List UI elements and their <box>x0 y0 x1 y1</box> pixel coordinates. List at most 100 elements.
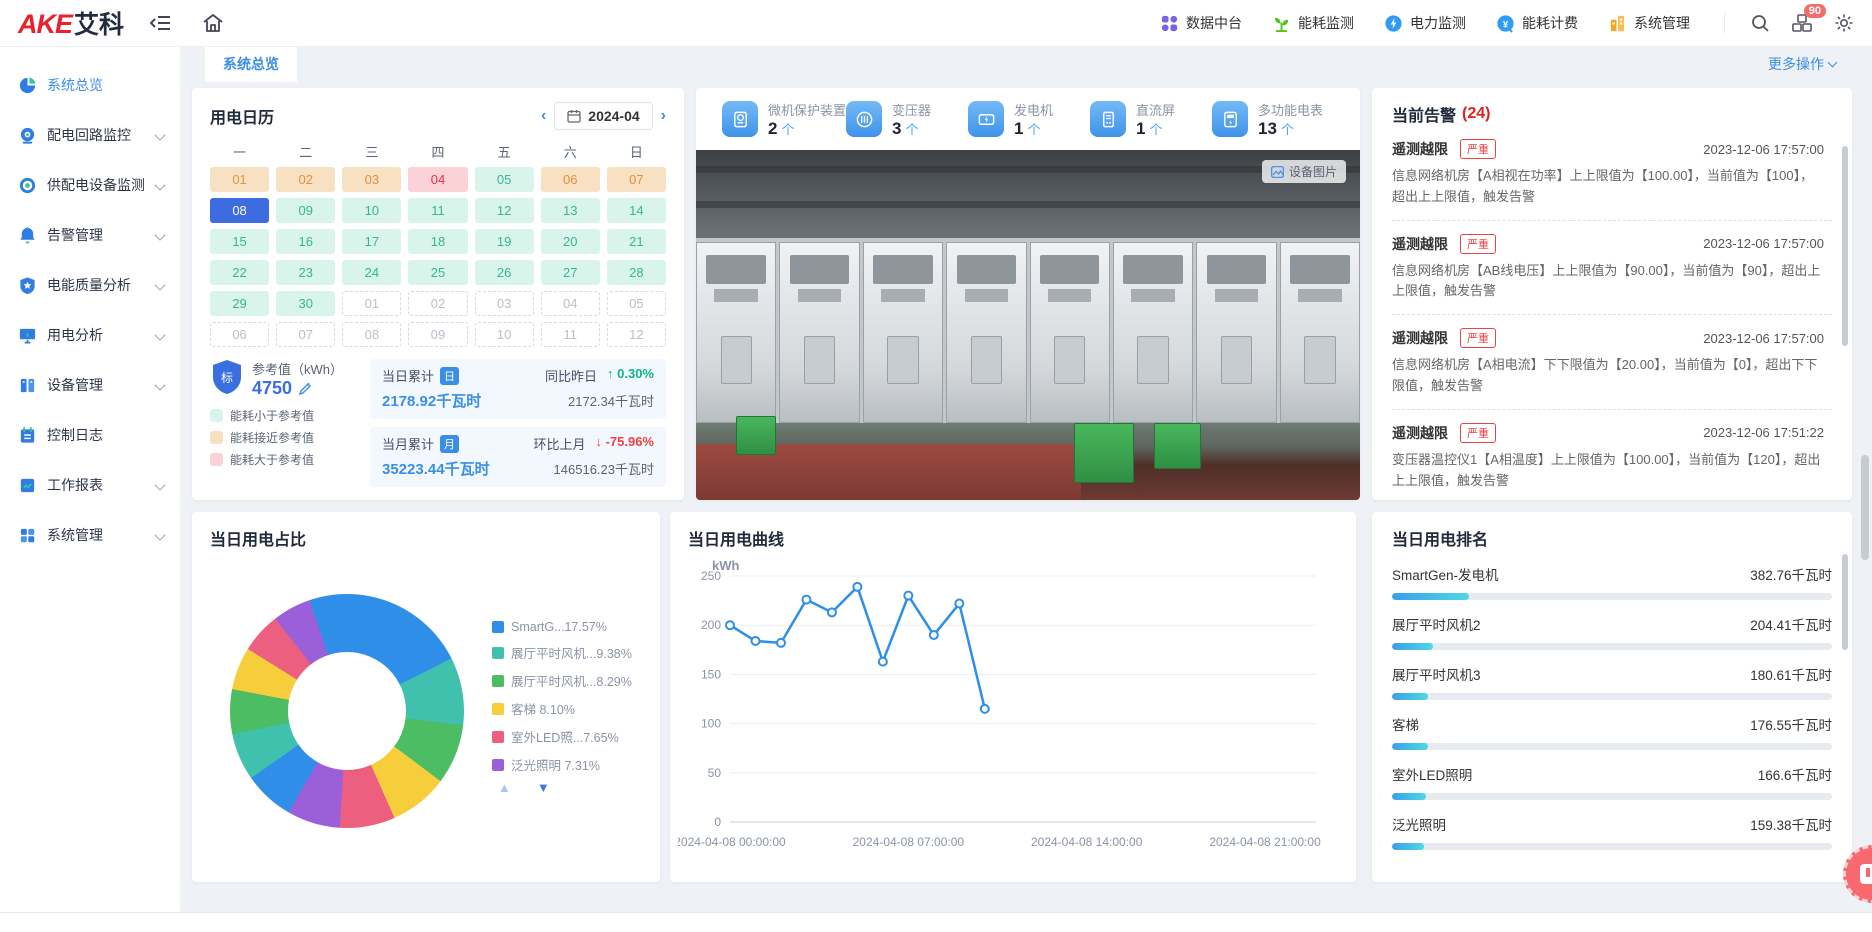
search-icon[interactable] <box>1751 14 1770 33</box>
svg-text:0: 0 <box>714 815 721 829</box>
alarm-type: 遥测越限 <box>1392 234 1448 254</box>
calendar-day[interactable]: 30 <box>276 291 335 316</box>
sidebar-item[interactable]: 系统总览 <box>0 60 180 110</box>
edit-pencil-icon[interactable] <box>298 382 312 396</box>
ranking-bar <box>1392 593 1832 600</box>
sidebar-item[interactable]: 电能质量分析 <box>0 260 180 310</box>
calendar-day[interactable]: 21 <box>607 229 666 254</box>
calendar-day[interactable]: 09 <box>276 198 335 223</box>
alarm-item[interactable]: 遥测越限 严重 2023-12-06 17:57:00 信息网络机房【AB线电压… <box>1392 221 1832 316</box>
donut-legend-item[interactable]: 室外LED照...7.65% <box>492 727 632 746</box>
sidebar-item[interactable]: 告警管理 <box>0 210 180 260</box>
sidebar-item[interactable]: 用电分析 <box>0 310 180 360</box>
calendar-day[interactable]: 12 <box>475 198 534 223</box>
alarm-time: 2023-12-06 17:51:22 <box>1703 425 1824 440</box>
work-report-icon <box>18 476 37 495</box>
alarm-item[interactable]: 遥测越限 严重 2023-12-06 17:51:22 变压器温控仪1【A相温度… <box>1392 410 1832 500</box>
sidebar-item[interactable]: 系统管理 <box>0 510 180 560</box>
calendar-day[interactable]: 26 <box>475 260 534 285</box>
legend-page-down-icon[interactable]: ▼ <box>537 780 550 795</box>
calendar-day[interactable]: 07 <box>607 167 666 192</box>
calendar-day[interactable]: 27 <box>541 260 600 285</box>
collapse-sidebar-icon[interactable] <box>150 14 172 32</box>
alarm-item[interactable]: 遥测越限 严重 2023-12-06 17:57:00 信息网络机房【A相电流】… <box>1392 315 1832 410</box>
cabinet <box>863 242 943 424</box>
calendar-day[interactable]: 15 <box>210 229 269 254</box>
calendar-day[interactable]: 22 <box>210 260 269 285</box>
tab-system-overview[interactable]: 系统总览 <box>205 46 297 82</box>
calendar-day[interactable]: 17 <box>342 229 401 254</box>
home-icon[interactable] <box>202 13 224 33</box>
gear-icon[interactable] <box>1834 13 1854 33</box>
sidebar-item[interactable]: 设备管理 <box>0 360 180 410</box>
logo-text-cn: 艾科 <box>74 5 124 41</box>
legend-swatch <box>492 703 504 715</box>
calendar-day[interactable]: 03 <box>342 167 401 192</box>
calendar-day[interactable]: 13 <box>541 198 600 223</box>
ranking-item[interactable]: 展厅平时风机3180.61千瓦时 <box>1392 664 1832 700</box>
nav-menu-item[interactable]: 能耗监测 <box>1272 13 1354 33</box>
calendar-day[interactable]: 18 <box>408 229 467 254</box>
ranking-item[interactable]: 展厅平时风机2204.41千瓦时 <box>1392 614 1832 650</box>
nav-menu-item[interactable]: 电力监测 <box>1384 13 1466 33</box>
calendar-day[interactable]: 14 <box>607 198 666 223</box>
calendar-day[interactable]: 24 <box>342 260 401 285</box>
calendar-day[interactable]: 28 <box>607 260 666 285</box>
page-scrollbar[interactable] <box>1861 455 1869 560</box>
donut-legend-item[interactable]: 客梯 8.10% <box>492 699 632 718</box>
calendar-day[interactable]: 20 <box>541 229 600 254</box>
usage-line-chart[interactable]: 0501001502002502024-04-08 00:00:002024-0… <box>678 556 1338 863</box>
donut-legend-item[interactable]: SmartG...17.57% <box>492 620 632 634</box>
more-actions-link[interactable]: 更多操作 <box>1768 54 1838 74</box>
ranking-item[interactable]: 室外LED照明166.6千瓦时 <box>1392 764 1832 800</box>
ranking-item[interactable]: 客梯176.55千瓦时 <box>1392 714 1832 750</box>
calendar-day[interactable]: 11 <box>408 198 467 223</box>
photo-overlay-tag[interactable]: 设备图片 <box>1262 160 1346 183</box>
sidebar-item[interactable]: 工作报表 <box>0 460 180 510</box>
calendar-day[interactable]: 29 <box>210 291 269 316</box>
sidebar-item[interactable]: 配电回路监控 <box>0 110 180 160</box>
donut-legend-item[interactable]: 泛光照明 7.31% <box>492 755 632 774</box>
ranking-scrollbar[interactable] <box>1842 554 1848 650</box>
calendar-day: 02 <box>408 291 467 316</box>
weekday-label: 一 <box>210 142 269 161</box>
legend-page-up-icon[interactable]: ▲ <box>498 780 511 795</box>
calendar-day[interactable]: 02 <box>276 167 335 192</box>
chevron-down-icon <box>154 529 165 540</box>
calendar-day[interactable]: 05 <box>475 167 534 192</box>
nav-menu-item[interactable]: ¥ 能耗计费 <box>1496 13 1578 33</box>
month-picker[interactable]: 2024-04 <box>554 102 652 130</box>
usage-donut-chart[interactable] <box>230 594 464 828</box>
nav-menu-item[interactable]: 数据中台 <box>1160 13 1242 33</box>
nav-menu-item[interactable]: 系统管理 <box>1608 13 1690 33</box>
calendar-day[interactable]: 04 <box>408 167 467 192</box>
energy-billing-icon: ¥ <box>1496 14 1515 33</box>
protection-device-icon <box>722 101 758 137</box>
donut-legend-item[interactable]: 展厅平时风机...9.38% <box>492 643 632 662</box>
calendar-day[interactable]: 08 <box>210 198 269 223</box>
app-logo[interactable]: AKE 艾科 <box>18 5 124 41</box>
sidebar-item-label: 告警管理 <box>47 225 156 245</box>
donut-legend-item[interactable]: 展厅平时风机...8.29% <box>492 671 632 690</box>
alarm-description: 信息网络机房【A相视在功率】上上限值为【100.00】，当前值为【100】，超出… <box>1392 166 1824 208</box>
calendar-day[interactable]: 06 <box>541 167 600 192</box>
alarm-scrollbar[interactable] <box>1842 146 1848 346</box>
calendar-day[interactable]: 23 <box>276 260 335 285</box>
calendar-day: 09 <box>408 322 467 347</box>
ranking-item[interactable]: 泛光照明159.38千瓦时 <box>1392 814 1832 850</box>
ranking-item[interactable]: SmartGen-发电机382.76千瓦时 <box>1392 564 1832 600</box>
calendar-day[interactable]: 25 <box>408 260 467 285</box>
next-month-icon[interactable]: › <box>661 108 666 124</box>
calendar-day[interactable]: 01 <box>210 167 269 192</box>
legend-item: 能耗小于参考值 <box>210 407 360 424</box>
calendar-day[interactable]: 16 <box>276 229 335 254</box>
reference-label: 参考值（kWh） <box>252 359 343 378</box>
apps-grid-icon[interactable]: 90 <box>1792 13 1812 33</box>
calendar-day[interactable]: 10 <box>342 198 401 223</box>
prev-month-icon[interactable]: ‹ <box>541 108 546 124</box>
alarm-item[interactable]: 遥测越限 严重 2023-12-06 17:57:00 信息网络机房【A相视在功… <box>1392 126 1832 221</box>
overview-pie-icon <box>18 76 37 95</box>
sidebar-item[interactable]: 控制日志 <box>0 410 180 460</box>
sidebar-item[interactable]: 供配电设备监测 <box>0 160 180 210</box>
calendar-day[interactable]: 19 <box>475 229 534 254</box>
